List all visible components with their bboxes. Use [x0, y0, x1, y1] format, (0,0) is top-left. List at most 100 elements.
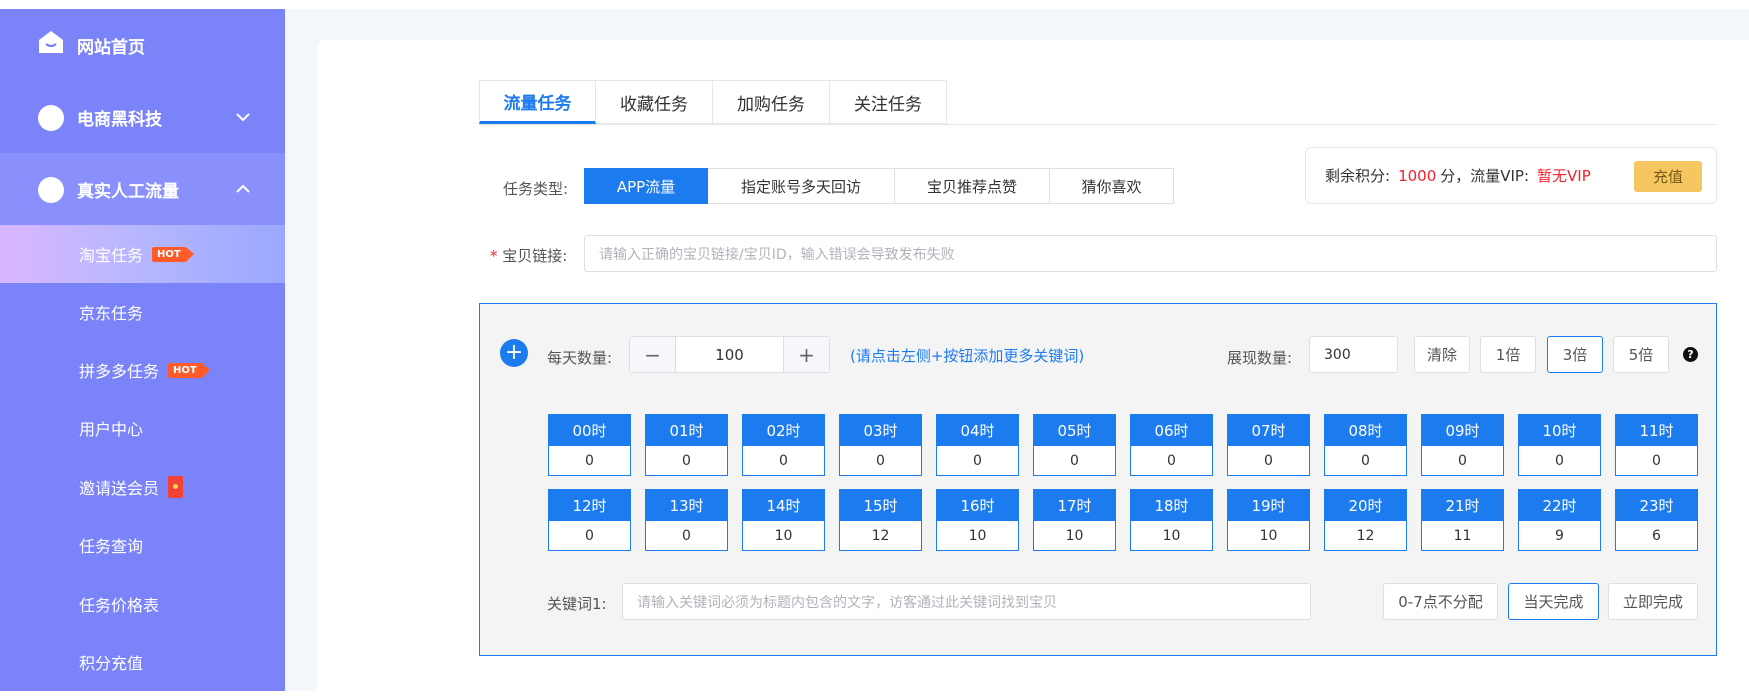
hour-count-input[interactable]: 0 [1325, 446, 1406, 475]
hour-count-input[interactable]: 0 [840, 446, 921, 475]
hour-cell: 16时 10 [936, 489, 1019, 551]
decrement-button[interactable]: − [630, 337, 675, 372]
sidebar-item-label: 任务价格表 [79, 596, 160, 615]
required-mark: * [490, 247, 498, 265]
nav-traffic[interactable]: 真实人工流量 [0, 153, 285, 225]
sidebar-item-pdd[interactable]: 拼多多任务 HOT [0, 341, 285, 399]
hour-count-input[interactable]: 0 [1131, 446, 1212, 475]
sidebar-item-label: 拼多多任务 [79, 362, 160, 381]
hour-count-input[interactable]: 10 [1034, 521, 1115, 550]
task-type-recommend[interactable]: 宝贝推荐点赞 [895, 168, 1050, 204]
tab-add-cart[interactable]: 加购任务 [713, 80, 830, 124]
sidebar-item-price-list[interactable]: 任务价格表 [0, 575, 285, 633]
hour-label: 20时 [1325, 490, 1406, 521]
task-type-label: 任务类型: [503, 180, 569, 198]
link-label: * 宝贝链接: [490, 245, 567, 266]
hour-count-input[interactable]: 0 [937, 446, 1018, 475]
task-type-guess[interactable]: 猜你喜欢 [1050, 168, 1174, 204]
sidebar-item-task-query[interactable]: 任务查询 [0, 516, 285, 574]
hour-cell: 20时 12 [1324, 489, 1407, 551]
vip-label: 分，流量VIP: [1440, 167, 1530, 185]
nav-ecom[interactable]: 电商黑科技 [0, 81, 285, 153]
hour-cell: 21时 11 [1421, 489, 1504, 551]
hour-count-input[interactable]: 0 [1228, 446, 1309, 475]
hour-cell: 06时 0 [1130, 414, 1213, 476]
hour-count-input[interactable]: 10 [743, 521, 824, 550]
no-dist-0-7-button[interactable]: 0-7点不分配 [1383, 583, 1498, 620]
sidebar-item-invite[interactable]: 邀请送会员 [0, 458, 285, 516]
hour-count-input[interactable]: 0 [549, 521, 630, 550]
clear-button[interactable]: 清除 [1414, 336, 1470, 373]
tabs-divider [479, 124, 1717, 125]
show-count-input[interactable]: 300 [1309, 336, 1398, 373]
hour-label: 13时 [646, 490, 727, 521]
hour-label: 10时 [1519, 415, 1600, 446]
hour-count-input[interactable]: 11 [1422, 521, 1503, 550]
chevron-up-icon [236, 184, 250, 193]
immediate-button[interactable]: 立即完成 [1608, 583, 1698, 620]
keyword-input[interactable]: 请输入关键词必须为标题内包含的文字，访客通过此关键词找到宝贝 [622, 583, 1311, 620]
hour-count-input[interactable]: 0 [1034, 446, 1115, 475]
tab-follow[interactable]: 关注任务 [830, 80, 947, 124]
hour-label: 14时 [743, 490, 824, 521]
hour-count-input[interactable]: 10 [937, 521, 1018, 550]
hour-label: 16时 [937, 490, 1018, 521]
daily-count-label: 每天数量: [547, 349, 613, 367]
hour-cell: 03时 0 [839, 414, 922, 476]
multiplier-3x-button[interactable]: 3倍 [1547, 336, 1603, 373]
sidebar-item-label: 任务查询 [79, 537, 144, 556]
task-type-selector: APP流量 指定账号多天回访 宝贝推荐点赞 猜你喜欢 [584, 168, 1174, 204]
hour-count-input[interactable]: 10 [1131, 521, 1212, 550]
top-strip [0, 0, 1749, 9]
recharge-button[interactable]: 充值 [1634, 161, 1702, 192]
hour-count-input[interactable]: 9 [1519, 521, 1600, 550]
hour-label: 19时 [1228, 490, 1309, 521]
show-count-label: 展现数量: [1227, 349, 1293, 367]
hour-label: 07时 [1228, 415, 1309, 446]
tab-favorite[interactable]: 收藏任务 [596, 80, 713, 124]
balance-label: 剩余积分: [1325, 167, 1391, 185]
hour-count-input[interactable]: 0 [1616, 446, 1697, 475]
hour-count-input[interactable]: 12 [1325, 521, 1406, 550]
nav-ecom-label: 电商黑科技 [77, 109, 162, 130]
increment-button[interactable]: + [784, 337, 829, 372]
sidebar-item-taobao[interactable]: 淘宝任务 HOT [0, 225, 285, 283]
sidebar-item-label: 用户中心 [79, 420, 144, 439]
hour-count-input[interactable]: 0 [1519, 446, 1600, 475]
balance-box: 剩余积分: 1000 分，流量VIP: 暂无VIP 充值 [1305, 147, 1717, 204]
sidebar-item-user-center[interactable]: 用户中心 [0, 399, 285, 457]
task-type-app[interactable]: APP流量 [584, 168, 708, 204]
hour-count-input[interactable]: 0 [1422, 446, 1503, 475]
hour-label: 18时 [1131, 490, 1212, 521]
tab-traffic[interactable]: 流量任务 [479, 80, 596, 124]
multiplier-5x-button[interactable]: 5倍 [1613, 336, 1669, 373]
task-type-multi-day[interactable]: 指定账号多天回访 [708, 168, 895, 204]
hour-cell: 14时 10 [742, 489, 825, 551]
red-envelope-icon [168, 476, 183, 498]
hour-count-input[interactable]: 6 [1616, 521, 1697, 550]
sidebar-item-label: 积分充值 [79, 654, 144, 673]
add-keyword-button[interactable]: + [500, 339, 528, 367]
hour-cell: 02时 0 [742, 414, 825, 476]
daily-count-input[interactable]: 100 [675, 337, 784, 372]
same-day-button[interactable]: 当天完成 [1508, 583, 1599, 620]
sidebar: 网站首页 电商黑科技 真实人工流量 淘宝任务 HOT 京东任务 拼多多任务 HO… [0, 9, 285, 691]
chevron-down-icon [236, 113, 250, 122]
hour-count-input[interactable]: 0 [646, 521, 727, 550]
nav-home[interactable]: 网站首页 [0, 9, 285, 81]
multiplier-1x-button[interactable]: 1倍 [1480, 336, 1536, 373]
hour-count-input[interactable]: 0 [646, 446, 727, 475]
hot-badge: HOT [168, 363, 210, 378]
help-icon[interactable]: ? [1683, 347, 1698, 362]
hour-cell: 07时 0 [1227, 414, 1310, 476]
hour-count-input[interactable]: 10 [1228, 521, 1309, 550]
hour-count-input[interactable]: 12 [840, 521, 921, 550]
hour-count-input[interactable]: 0 [549, 446, 630, 475]
hour-cell: 12时 0 [548, 489, 631, 551]
hour-cell: 01时 0 [645, 414, 728, 476]
circle-icon [38, 105, 64, 131]
sidebar-item-recharge[interactable]: 积分充值 [0, 633, 285, 691]
sidebar-item-jd[interactable]: 京东任务 [0, 283, 285, 341]
hour-count-input[interactable]: 0 [743, 446, 824, 475]
item-link-input[interactable]: 请输入正确的宝贝链接/宝贝ID，输入错误会导致发布失败 [584, 235, 1717, 272]
